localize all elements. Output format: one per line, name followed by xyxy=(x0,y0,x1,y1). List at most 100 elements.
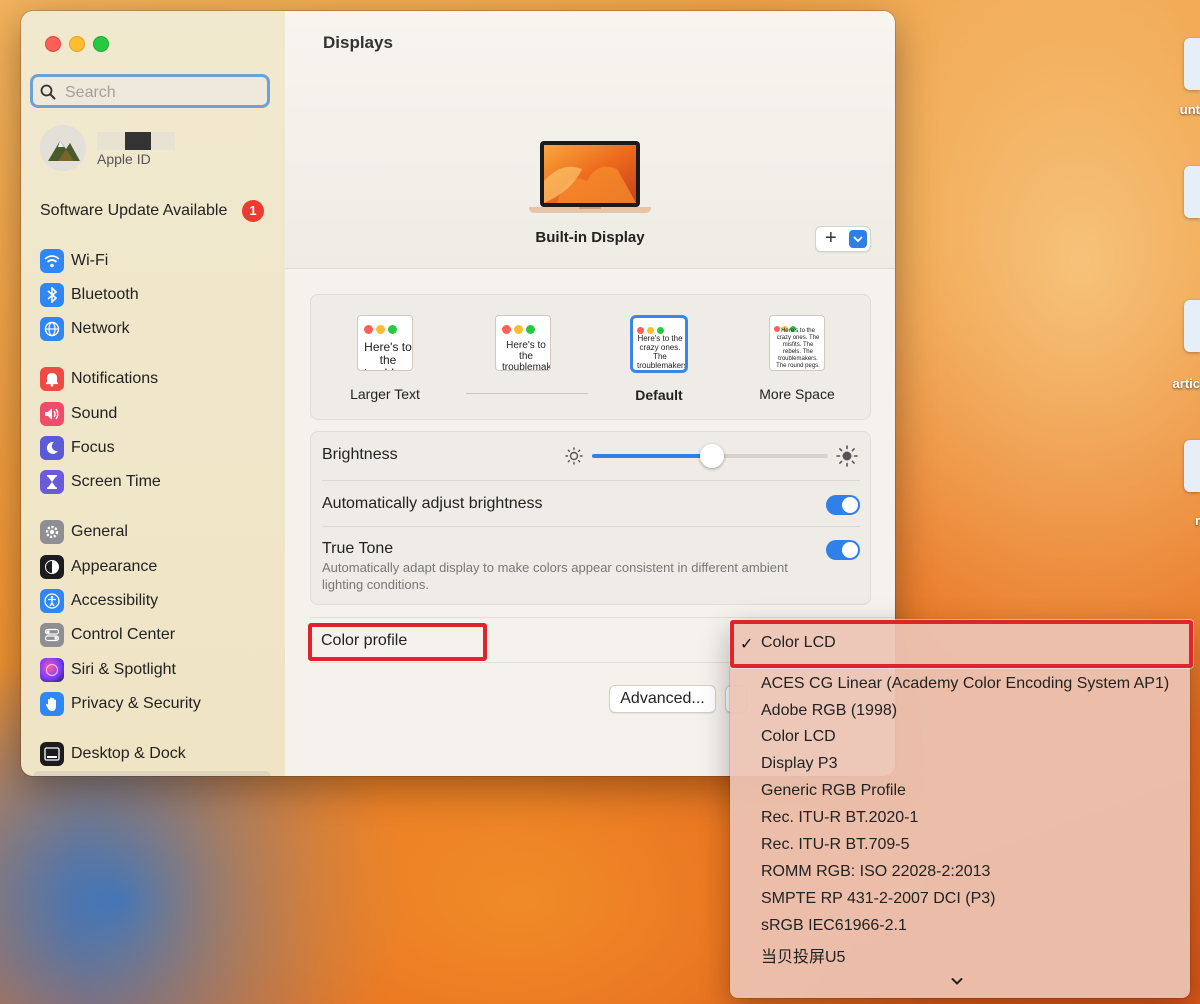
display-name: Built-in Display xyxy=(535,229,645,246)
sidebar-item-label: Sound xyxy=(71,405,118,422)
sidebar-item-label: Control Center xyxy=(71,626,176,643)
auto-brightness-toggle[interactable] xyxy=(826,495,860,515)
mountain-avatar-icon xyxy=(40,125,86,171)
hourglass-icon xyxy=(40,470,64,494)
highlight-box-color-profile xyxy=(308,623,487,661)
sidebar-item-accessibility[interactable]: Accessibility xyxy=(40,588,158,614)
highlight-box-selected-profile xyxy=(730,620,1193,668)
sidebar-item-sound[interactable]: Sound xyxy=(40,401,117,427)
display-header: Displays Built-in Display + xyxy=(285,11,895,269)
avatar[interactable] xyxy=(40,125,86,171)
siri-icon xyxy=(40,658,64,682)
desktop-file-icon[interactable] xyxy=(1184,440,1200,492)
sidebar-item-label: Bluetooth xyxy=(71,286,139,303)
sidebar-item-screen-time[interactable]: Screen Time xyxy=(40,469,161,495)
desktop-file-label: artic xyxy=(1172,376,1200,391)
sidebar-item-label: General xyxy=(71,523,128,540)
menu-item-display-p3[interactable]: Display P3 xyxy=(761,755,837,773)
page-title: Displays xyxy=(323,33,393,52)
sidebar-item-siri-spotlight[interactable]: Siri & Spotlight xyxy=(40,657,176,683)
add-display-button[interactable]: + xyxy=(815,226,871,252)
apple-id-label: Apple ID xyxy=(97,151,151,167)
sidebar-item-label: Accessibility xyxy=(71,592,159,609)
search-input[interactable] xyxy=(63,82,257,104)
resolution-label: Default xyxy=(635,387,683,403)
scroll-down-chevron-icon[interactable] xyxy=(950,974,964,988)
brightness-slider-knob[interactable] xyxy=(700,444,725,468)
brightness-slider-fill xyxy=(592,454,713,458)
software-update-item[interactable]: Software Update Available xyxy=(40,202,227,220)
menu-item-dangbei-u5[interactable]: 当贝投屏U5 xyxy=(761,943,845,967)
close-button[interactable] xyxy=(45,36,61,52)
sidebar-item-bluetooth[interactable]: Bluetooth xyxy=(40,282,139,308)
sidebar-item-network[interactable]: Network xyxy=(40,316,130,342)
resolution-option-default[interactable]: Here's to the crazy ones. The troublemak… xyxy=(599,315,719,403)
sidebar-item-general[interactable]: General xyxy=(40,519,128,545)
brightness-label: Brightness xyxy=(322,446,398,463)
appearance-icon xyxy=(40,555,64,579)
preview-text: Here's to the troublemakers. The ones wh… xyxy=(502,340,551,371)
desktop-file-icon[interactable] xyxy=(1184,38,1200,90)
sun-large-icon xyxy=(836,445,858,467)
resolution-divider xyxy=(466,393,588,394)
brightness-panel: Brightness Automatically adjust brightne… xyxy=(310,431,871,605)
menu-item-generic-rgb[interactable]: Generic RGB Profile xyxy=(761,782,906,800)
search-field[interactable] xyxy=(30,74,270,108)
menu-item-color-lcd[interactable]: Color LCD xyxy=(761,728,836,746)
row-divider xyxy=(322,480,860,481)
auto-brightness-label: Automatically adjust brightness xyxy=(322,495,543,512)
sidebar-item-appearance[interactable]: Appearance xyxy=(40,554,157,580)
resolution-option-medium[interactable]: Here's to the troublemakers. The ones wh… xyxy=(463,315,583,371)
color-profile-menu: ✓ Color LCD ACES CG Linear (Academy Colo… xyxy=(730,620,1190,998)
desktop-file-label: unt xyxy=(1179,102,1200,117)
sidebar-item-notifications[interactable]: Notifications xyxy=(40,366,158,392)
sidebar-item-label: Appearance xyxy=(71,558,158,575)
sidebar-item-wifi[interactable]: Wi-Fi xyxy=(40,248,108,274)
wifi-icon xyxy=(40,249,64,273)
menu-item-adobe-rgb[interactable]: Adobe RGB (1998) xyxy=(761,702,897,720)
sidebar-item-privacy-security[interactable]: Privacy & Security xyxy=(40,691,201,717)
menu-item-smpte-dci-p3[interactable]: SMPTE RP 431-2-2007 DCI (P3) xyxy=(761,890,995,908)
resolution-label: More Space xyxy=(759,386,835,402)
resolution-preview: Here's to the troublemakers xyxy=(357,315,413,371)
resolution-label: Larger Text xyxy=(350,386,420,402)
resolution-preview: Here's to the crazy ones. The misfits. T… xyxy=(769,315,825,371)
brightness-slider[interactable] xyxy=(592,444,828,468)
chevron-down-icon[interactable] xyxy=(849,230,867,248)
desktop-file-icon[interactable] xyxy=(1184,166,1200,218)
advanced-button[interactable]: Advanced... xyxy=(609,685,716,713)
menu-item-aces-cg-linear[interactable]: ACES CG Linear (Academy Color Encoding S… xyxy=(761,675,1169,693)
menu-item-rec-709[interactable]: Rec. ITU-R BT.709-5 xyxy=(761,836,909,854)
hand-icon xyxy=(40,692,64,716)
menu-item-romm-rgb[interactable]: ROMM RGB: ISO 22028-2:2013 xyxy=(761,863,990,881)
dock-icon xyxy=(40,742,64,766)
sidebar-item-label: Privacy & Security xyxy=(71,695,201,712)
gear-icon xyxy=(40,520,64,544)
speaker-icon xyxy=(40,402,64,426)
preview-text: Here's to the troublemakers xyxy=(364,340,412,371)
desktop-file-icon[interactable] xyxy=(1184,300,1200,352)
sidebar-item-label: Notifications xyxy=(71,370,159,387)
zoom-button[interactable] xyxy=(93,36,109,52)
sidebar-item-focus[interactable]: Focus xyxy=(40,435,115,461)
menu-item-srgb[interactable]: sRGB IEC61966-2.1 xyxy=(761,917,907,935)
sidebar-item-label: Wi-Fi xyxy=(71,252,109,269)
sidebar-item-control-center[interactable]: Control Center xyxy=(40,622,175,648)
sidebar-item-displays-selected[interactable] xyxy=(33,771,271,776)
resolution-panel: Here's to the troublemakers Larger Text … xyxy=(310,294,871,420)
true-tone-description: Automatically adapt display to make colo… xyxy=(322,560,788,592)
true-tone-toggle[interactable] xyxy=(826,540,860,560)
menu-item-rec-2020[interactable]: Rec. ITU-R BT.2020-1 xyxy=(761,809,918,827)
macbook-display-icon[interactable] xyxy=(527,141,653,217)
moon-icon xyxy=(40,436,64,460)
row-divider xyxy=(322,526,860,527)
update-badge: 1 xyxy=(242,200,264,222)
resolution-option-more-space[interactable]: Here's to the crazy ones. The misfits. T… xyxy=(737,315,857,402)
sidebar-item-label: Network xyxy=(71,320,130,337)
sidebar: Apple ID Software Update Available 1 Wi-… xyxy=(21,11,286,776)
bluetooth-icon xyxy=(40,283,64,307)
resolution-option-larger-text[interactable]: Here's to the troublemakers Larger Text xyxy=(325,315,445,402)
sidebar-item-desktop-dock[interactable]: Desktop & Dock xyxy=(40,741,186,767)
true-tone-label: True Tone xyxy=(322,540,394,557)
minimize-button[interactable] xyxy=(69,36,85,52)
